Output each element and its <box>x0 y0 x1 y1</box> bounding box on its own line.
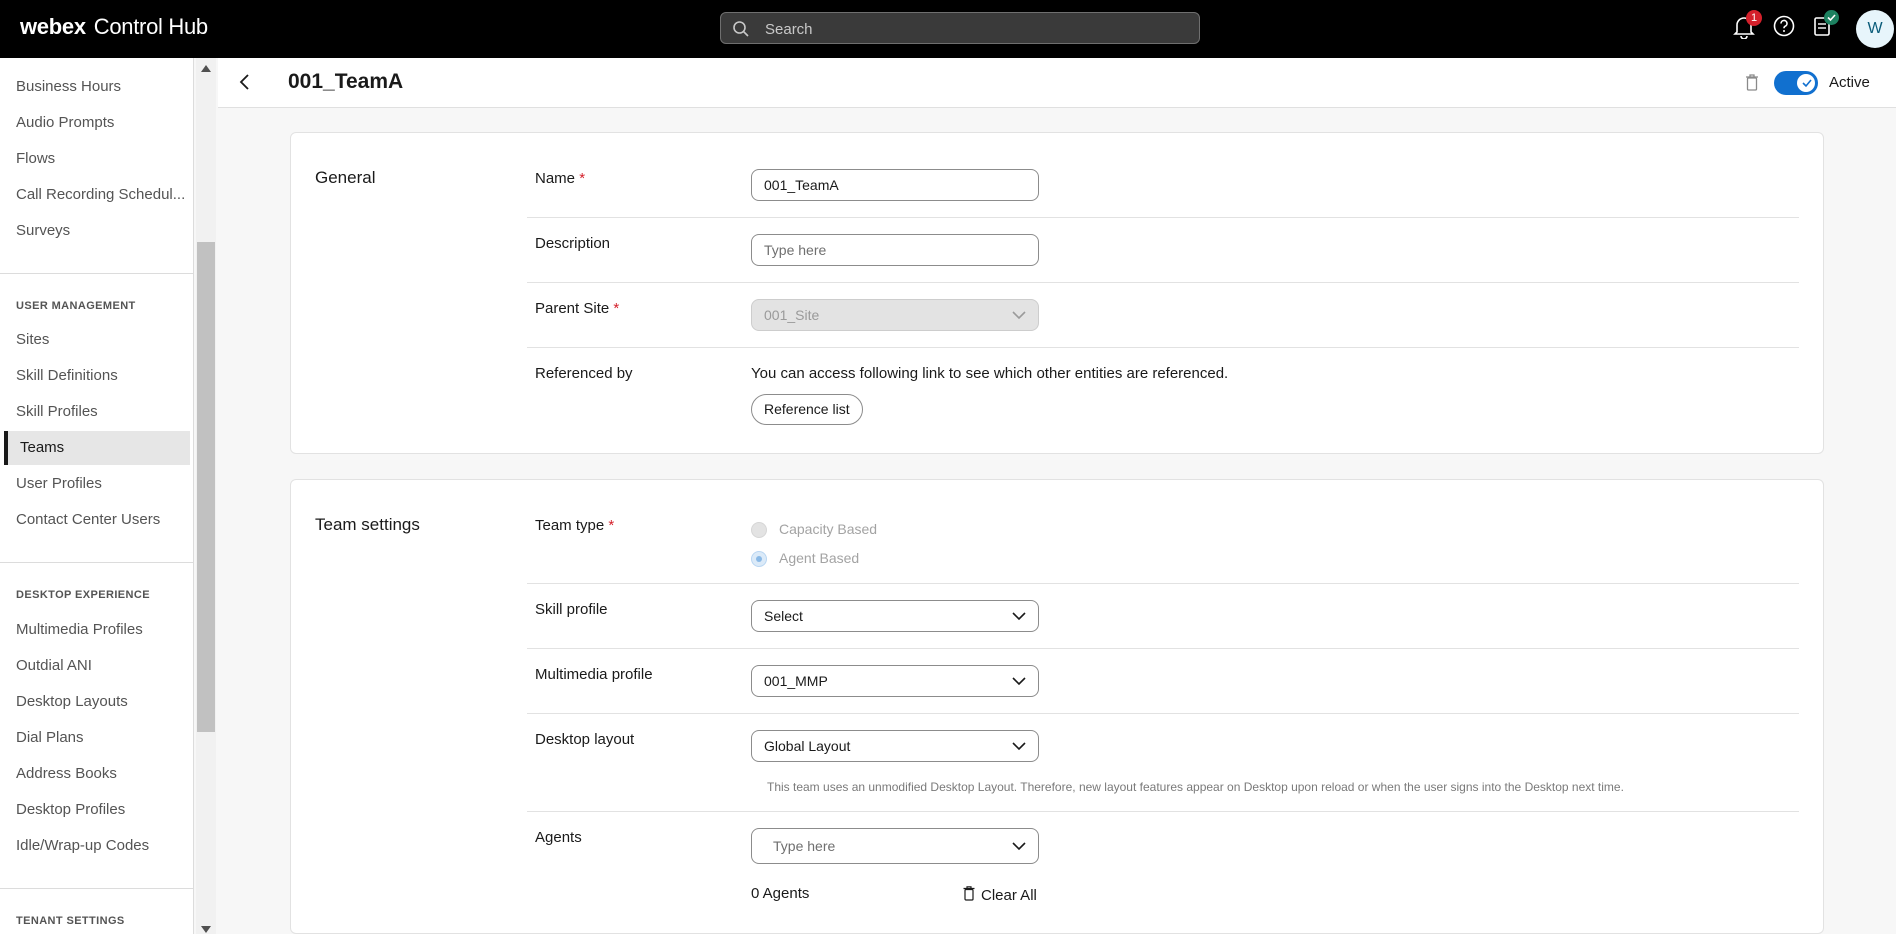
sidebar-item-desktop-layouts[interactable]: Desktop Layouts <box>0 685 190 719</box>
chevron-down-icon <box>1012 612 1026 621</box>
status-ok-badge <box>1824 10 1839 25</box>
divider <box>527 282 1799 283</box>
search-icon <box>733 21 749 37</box>
sidebar-item-sites[interactable]: Sites <box>0 323 190 357</box>
sidebar-item-audio-prompts[interactable]: Audio Prompts <box>0 106 190 140</box>
divider <box>527 713 1799 714</box>
sidebar-section-desktop-experience: DESKTOP EXPERIENCE <box>16 589 150 601</box>
chevron-down-icon <box>1012 311 1026 320</box>
sidebar-scroll-thumb[interactable] <box>197 242 215 732</box>
top-bar: webex Control Hub Search 1 W <box>0 0 1896 58</box>
chevron-down-icon <box>1012 842 1026 851</box>
radio-capacity-based-label: Capacity Based <box>779 521 878 537</box>
sidebar-section-tenant-settings: TENANT SETTINGS <box>16 915 125 927</box>
agents-count: 0 Agents <box>751 885 810 902</box>
sidebar-item-outdial-ani[interactable]: Outdial ANI <box>0 649 190 683</box>
sidebar-divider <box>0 562 193 563</box>
name-field[interactable]: 001_TeamA <box>751 169 1039 201</box>
desktop-layout-note: This team uses an unmodified Desktop Lay… <box>767 780 1624 794</box>
skill-profile-select[interactable]: Select <box>751 600 1039 632</box>
scroll-up-arrow-icon[interactable] <box>201 65 211 72</box>
desktop-layout-select[interactable]: Global Layout <box>751 730 1039 762</box>
sidebar-item-business-hours[interactable]: Business Hours <box>0 70 190 104</box>
sidebar-item-multimedia-profiles[interactable]: Multimedia Profiles <box>0 613 190 647</box>
radio-selected-dot <box>756 556 762 562</box>
general-card <box>290 132 1824 454</box>
referenced-by-text: You can access following link to see whi… <box>751 365 1229 382</box>
sidebar-item-skill-definitions[interactable]: Skill Definitions <box>0 359 190 393</box>
sidebar-item-surveys[interactable]: Surveys <box>0 214 190 248</box>
radio-agent-based[interactable] <box>751 551 767 567</box>
search-input[interactable]: Search <box>720 12 1200 44</box>
team-settings-card <box>290 479 1824 934</box>
team-settings-section-title: Team settings <box>315 515 420 534</box>
divider <box>527 347 1799 348</box>
divider <box>527 648 1799 649</box>
divider <box>527 217 1799 218</box>
app-logo[interactable]: webex Control Hub <box>20 14 208 40</box>
sidebar-divider <box>0 273 193 274</box>
sidebar-item-teams[interactable]: Teams <box>4 431 190 465</box>
sidebar-item-flows[interactable]: Flows <box>0 142 190 176</box>
sidebar-item-skill-profiles[interactable]: Skill Profiles <box>0 395 190 429</box>
general-section-title: General <box>315 168 376 187</box>
scroll-down-arrow-icon[interactable] <box>201 926 211 933</box>
chevron-down-icon <box>1012 677 1026 686</box>
referenced-by-label: Referenced by <box>535 365 633 382</box>
description-label: Description <box>535 235 611 252</box>
multimedia-profile-label: Multimedia profile <box>535 666 653 683</box>
divider <box>527 583 1799 584</box>
check-icon <box>1827 14 1836 22</box>
sidebar-item-dial-plans[interactable]: Dial Plans <box>0 721 190 755</box>
delete-icon[interactable] <box>1745 74 1759 91</box>
clear-all-button[interactable]: Clear All <box>963 885 1037 904</box>
divider <box>527 811 1799 812</box>
radio-agent-based-label: Agent Based <box>779 550 860 566</box>
active-status-label: Active <box>1829 74 1870 91</box>
parent-site-label: Parent Site * <box>535 300 620 317</box>
sidebar: Business Hours Audio Prompts Flows Call … <box>0 58 194 934</box>
active-toggle[interactable] <box>1774 71 1818 95</box>
sidebar-item-idle-wrap-up-codes[interactable]: Idle/Wrap-up Codes <box>0 829 190 863</box>
sidebar-item-call-recording-schedules[interactable]: Call Recording Schedul... <box>0 178 190 212</box>
back-arrow-icon[interactable] <box>238 72 252 92</box>
team-type-label: Team type * <box>535 517 615 534</box>
sidebar-divider <box>0 888 193 889</box>
description-field[interactable]: Type here <box>751 234 1039 266</box>
name-label: Name * <box>535 170 586 187</box>
trash-icon <box>963 886 975 901</box>
skill-profile-label: Skill profile <box>535 601 608 618</box>
avatar[interactable]: W <box>1856 10 1894 48</box>
notification-badge: 1 <box>1746 10 1762 26</box>
sidebar-item-contact-center-users[interactable]: Contact Center Users <box>0 503 190 537</box>
sidebar-item-address-books[interactable]: Address Books <box>0 757 190 791</box>
sidebar-section-user-management: USER MANAGEMENT <box>16 300 136 312</box>
help-icon[interactable] <box>1773 15 1795 37</box>
sidebar-item-desktop-profiles[interactable]: Desktop Profiles <box>0 793 190 827</box>
agents-label: Agents <box>535 829 582 846</box>
page-title: 001_TeamA <box>288 70 404 93</box>
sidebar-item-user-profiles[interactable]: User Profiles <box>0 467 190 501</box>
search-placeholder: Search <box>765 21 813 38</box>
parent-site-select: 001_Site <box>751 299 1039 331</box>
desktop-layout-label: Desktop layout <box>535 731 635 748</box>
reference-list-button[interactable]: Reference list <box>751 394 863 425</box>
agents-combobox[interactable]: Type here <box>751 828 1039 864</box>
chevron-down-icon <box>1012 742 1026 751</box>
multimedia-profile-select[interactable]: 001_MMP <box>751 665 1039 697</box>
check-icon <box>1802 79 1812 88</box>
page-header <box>218 58 1896 108</box>
radio-capacity-based[interactable] <box>751 522 767 538</box>
